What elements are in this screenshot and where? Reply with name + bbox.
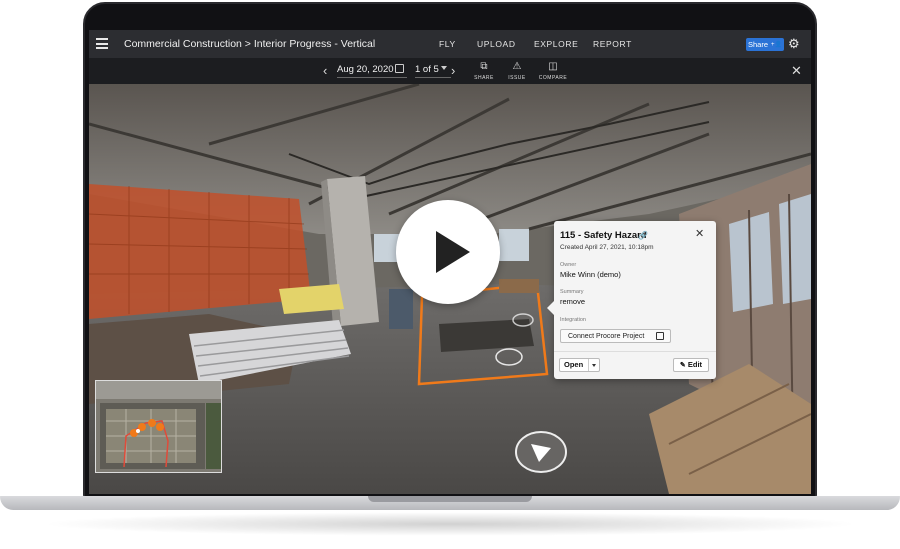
compare-icon: ◫ [548, 61, 558, 72]
issue-created: Created April 27, 2021, 10:18pm [560, 244, 654, 251]
issue-title: 115 - Safety Hazard [560, 230, 647, 241]
issue-card: 115 - Safety Hazard 🔗 ✕ Created April 27… [547, 221, 716, 379]
top-bar: Commercial Construction > Interior Progr… [89, 30, 811, 58]
play-video-button[interactable] [396, 200, 500, 304]
owner-value: Mike Winn (demo) [560, 270, 621, 279]
open-status-label: Open [564, 360, 584, 369]
issue-tool-label: ISSUE [508, 75, 526, 81]
connect-procore-label: Connect Procore Project [568, 332, 645, 340]
external-link-icon [656, 332, 664, 340]
panorama-viewer[interactable]: 115 - Safety Hazard 🔗 ✕ Created April 27… [89, 84, 811, 494]
dropdown-divider [588, 359, 589, 371]
chevron-down-icon[interactable] [441, 66, 447, 70]
share-tool-button[interactable]: ⧉ SHARE [467, 61, 501, 81]
floorplan-minimap[interactable] [95, 380, 222, 473]
summary-label: Summary [560, 289, 584, 295]
gear-icon[interactable]: ⚙ [788, 37, 802, 51]
compare-tool-label: COMPARE [538, 75, 568, 81]
add-user-icon: +👤 [771, 42, 782, 48]
laptop-frame: Commercial Construction > Interior Progr… [0, 0, 900, 549]
owner-label: Owner [560, 262, 577, 268]
edit-label: Edit [687, 360, 703, 369]
compare-tool-button[interactable]: ◫ COMPARE [536, 61, 570, 81]
link-icon[interactable]: 🔗 [638, 231, 648, 240]
chevron-down-icon [592, 364, 596, 367]
connect-procore-button[interactable]: Connect Procore Project [560, 329, 671, 343]
laptop-shadow [40, 512, 860, 536]
pencil-icon: ✎ [679, 362, 686, 369]
app-screen: Commercial Construction > Interior Progr… [89, 30, 811, 494]
breadcrumb[interactable]: Commercial Construction > Interior Progr… [124, 38, 375, 50]
nav-upload[interactable]: UPLOAD [477, 39, 516, 49]
summary-value: remove [560, 297, 586, 306]
share-button-label: Share [748, 40, 769, 49]
integration-label: Integration [560, 317, 586, 323]
nav-report[interactable]: REPORT [593, 39, 632, 49]
minimap-aerial [96, 381, 221, 472]
share-button[interactable]: Share +👤 [746, 38, 784, 51]
calendar-icon[interactable] [395, 64, 404, 73]
nav-explore[interactable]: EXPLORE [534, 39, 578, 49]
issue-tool-button[interactable]: ⚠ ISSUE [500, 61, 534, 81]
share-icon: ⧉ [480, 61, 488, 72]
open-status-dropdown[interactable]: Open [559, 358, 600, 372]
previous-date-icon[interactable]: ‹ [323, 63, 327, 78]
warning-icon: ⚠ [512, 61, 522, 72]
viewer-toolbar: ‹ Aug 20, 2020 1 of 5 › ⧉ SHARE ⚠ ISSUE … [89, 58, 811, 84]
laptop-notch [368, 496, 532, 502]
card-divider [554, 351, 716, 352]
edit-button[interactable]: ✎ Edit [673, 358, 709, 372]
next-date-icon[interactable]: › [451, 63, 455, 78]
hamburger-icon[interactable] [96, 38, 108, 49]
close-icon[interactable]: ✕ [791, 63, 802, 79]
share-tool-label: SHARE [474, 75, 494, 81]
close-icon[interactable]: ✕ [695, 227, 704, 240]
nav-fly[interactable]: FLY [439, 39, 456, 49]
